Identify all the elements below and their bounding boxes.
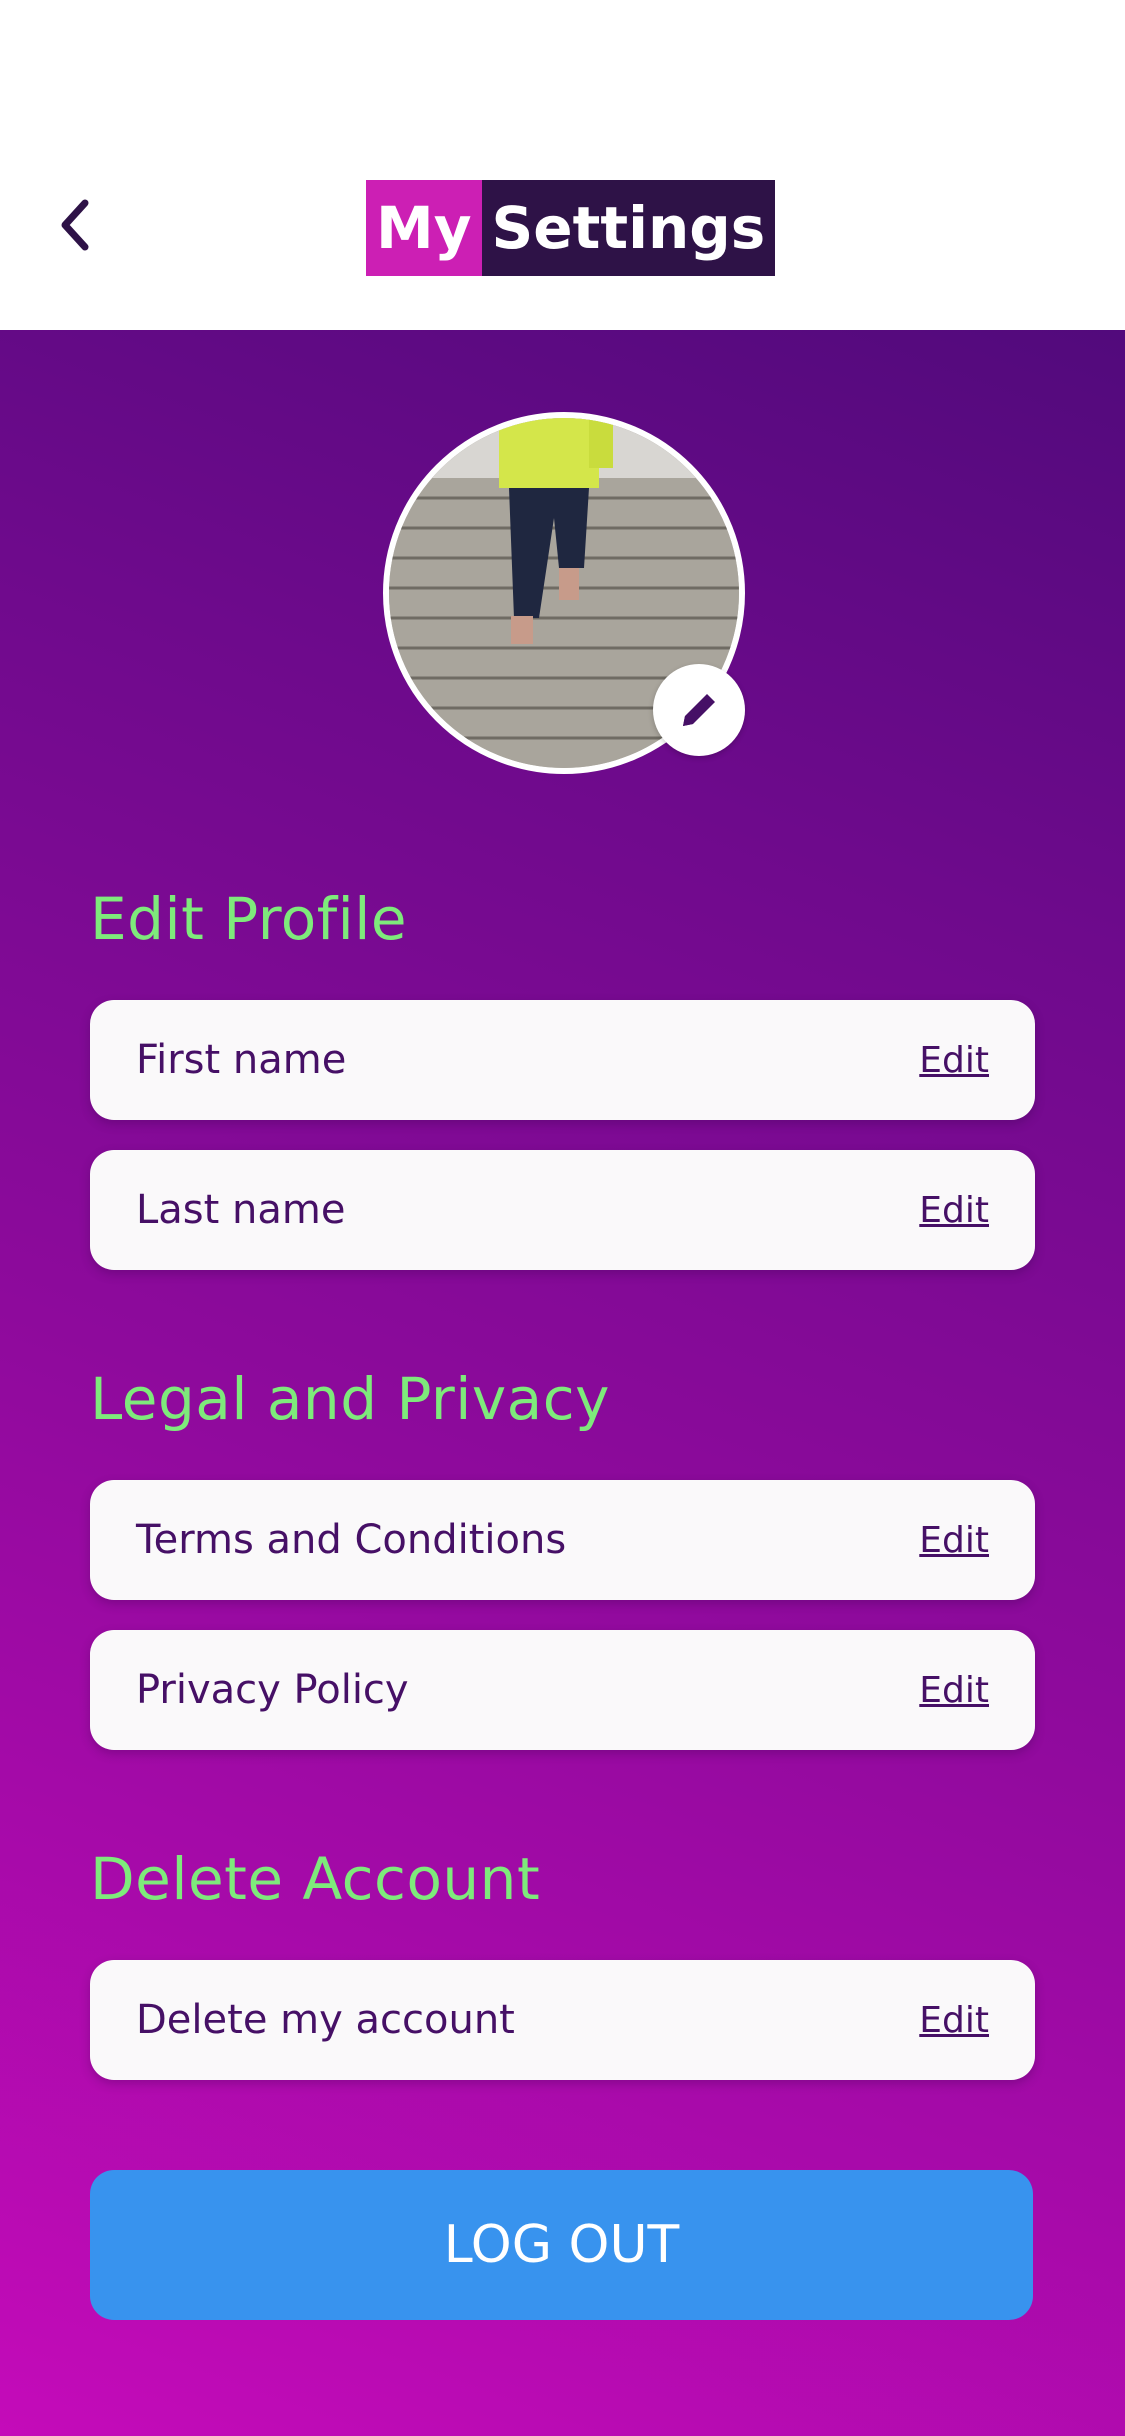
app-logo: My Settings (366, 180, 776, 276)
avatar-container (383, 412, 745, 774)
row-terms[interactable]: Terms and Conditions Edit (90, 1480, 1035, 1600)
chevron-left-icon (61, 199, 89, 251)
row-label: Privacy Policy (136, 1667, 409, 1713)
section-title-delete: Delete Account (90, 1845, 541, 1913)
logo-settings: Settings (481, 180, 776, 276)
pencil-icon (683, 694, 715, 726)
back-button[interactable] (40, 180, 110, 270)
logo-my: My (366, 180, 482, 276)
row-first-name[interactable]: First name Edit (90, 1000, 1035, 1120)
logout-button[interactable]: LOG OUT (90, 2170, 1033, 2320)
app-header: My Settings (0, 0, 1125, 330)
edit-link[interactable]: Edit (919, 1040, 989, 1081)
section-title-edit-profile: Edit Profile (90, 885, 408, 953)
row-label: Last name (136, 1187, 346, 1233)
row-label: First name (136, 1037, 347, 1083)
row-label: Delete my account (136, 1997, 515, 2043)
row-privacy[interactable]: Privacy Policy Edit (90, 1630, 1035, 1750)
section-title-legal: Legal and Privacy (90, 1365, 610, 1433)
row-last-name[interactable]: Last name Edit (90, 1150, 1035, 1270)
edit-link[interactable]: Edit (919, 1190, 989, 1231)
edit-link[interactable]: Edit (919, 2000, 989, 2041)
row-delete-account[interactable]: Delete my account Edit (90, 1960, 1035, 2080)
edit-link[interactable]: Edit (919, 1670, 989, 1711)
edit-link[interactable]: Edit (919, 1520, 989, 1561)
row-label: Terms and Conditions (136, 1517, 567, 1563)
settings-content: Edit Profile First name Edit Last name E… (0, 330, 1125, 2436)
edit-photo-button[interactable] (653, 664, 745, 756)
